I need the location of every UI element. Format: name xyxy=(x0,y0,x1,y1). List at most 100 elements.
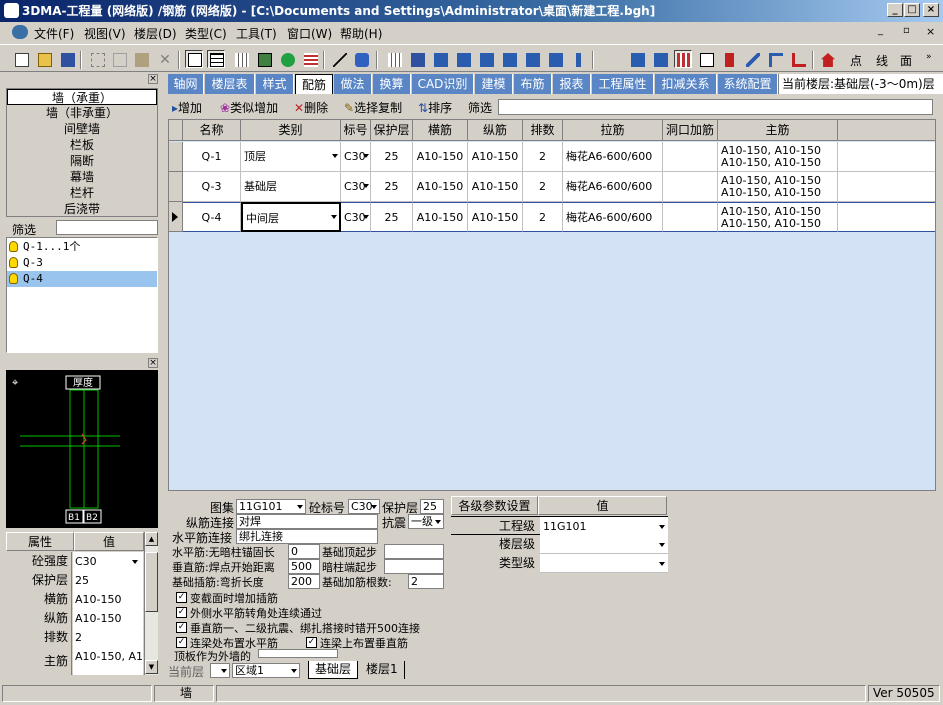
scroll-down-icon[interactable]: ▼ xyxy=(145,660,158,674)
image-icon[interactable] xyxy=(255,50,273,68)
cell-name[interactable]: Q-3 xyxy=(183,172,241,202)
cell-main[interactable]: A10-150, A10-150 A10-150, A10-150 xyxy=(718,142,838,172)
weld-distance-input[interactable]: 500 xyxy=(288,559,320,574)
checkbox-link-beam-horizontal[interactable]: ✓ xyxy=(176,637,187,648)
beam-icon[interactable] xyxy=(431,50,449,68)
category-item-partition[interactable]: 隔断 xyxy=(7,153,157,169)
line-mode-button[interactable]: 线 xyxy=(876,52,888,69)
pile-icon[interactable] xyxy=(569,50,587,68)
anchor-length-input[interactable]: 0 xyxy=(288,544,320,559)
col-header-opening[interactable]: 洞口加筋 xyxy=(663,120,718,141)
grid-filter-input[interactable] xyxy=(498,99,933,115)
slab-icon[interactable] xyxy=(477,50,495,68)
checkbox-staggered-splice[interactable]: ✓ xyxy=(176,622,187,633)
new-file-icon[interactable] xyxy=(12,50,30,68)
l-shape-icon[interactable] xyxy=(789,50,807,68)
tab-conversion[interactable]: 换算 xyxy=(373,74,411,94)
close-button[interactable]: × xyxy=(923,3,939,17)
sort-button[interactable]: ⇅排序 xyxy=(418,99,452,116)
level-row-type[interactable]: 类型级 xyxy=(451,554,668,573)
row-header[interactable] xyxy=(169,172,183,202)
property-row-concrete[interactable]: 砼强度 C30 xyxy=(6,552,158,571)
wand-icon[interactable] xyxy=(330,50,348,68)
grid-icon[interactable] xyxy=(232,50,250,68)
level-value[interactable] xyxy=(540,554,668,573)
cell-tie[interactable]: 梅花A6-600/600 xyxy=(563,142,663,172)
floor-select[interactable] xyxy=(210,663,230,678)
toolbar-overflow-icon[interactable]: » xyxy=(926,52,932,62)
level-value[interactable]: 11G101 xyxy=(540,517,668,536)
eraser-icon[interactable] xyxy=(697,50,715,68)
chevron-down-icon[interactable] xyxy=(659,562,665,566)
open-folder-icon[interactable] xyxy=(35,50,53,68)
property-row-horizontal-bar[interactable]: 横筋 A10-150 xyxy=(6,590,158,609)
menu-view[interactable]: 视图(V) xyxy=(84,25,126,42)
floor-tab-foundation[interactable]: 基础层 xyxy=(308,661,359,679)
property-row-main-bar[interactable]: 主筋 A10-150, A1 xyxy=(6,647,158,675)
binoculars-icon[interactable] xyxy=(352,50,370,68)
area-mode-button[interactable]: 面 xyxy=(900,52,912,69)
chevron-down-icon[interactable] xyxy=(363,154,369,158)
cover-input[interactable]: 25 xyxy=(420,499,444,514)
cell-opening[interactable] xyxy=(663,142,718,172)
region-select[interactable]: 区域1 xyxy=(232,663,300,678)
cell-type[interactable]: 基础层 xyxy=(241,172,341,202)
col-header-grade[interactable]: 标号 xyxy=(341,120,371,141)
tab-style[interactable]: 样式 xyxy=(256,74,294,94)
chevron-down-icon[interactable] xyxy=(659,525,665,529)
horizontal-connection-input[interactable]: 绑扎连接 xyxy=(236,529,378,544)
chevron-down-icon[interactable] xyxy=(659,543,665,547)
level-row-project[interactable]: 工程级 11G101 xyxy=(451,516,668,536)
window-element-icon[interactable] xyxy=(674,50,692,68)
property-value[interactable]: A10-150 xyxy=(73,609,143,628)
cell-type-editing[interactable]: 中间层 xyxy=(241,202,341,232)
tree-item-q3[interactable]: Q-3 xyxy=(7,255,157,271)
cell-cover[interactable]: 25 xyxy=(371,202,413,232)
cell-main[interactable]: A10-150, A10-150 A10-150, A10-150 xyxy=(718,172,838,202)
base-top-start-input[interactable] xyxy=(384,544,444,559)
property-value[interactable]: 25 xyxy=(73,571,143,590)
axis-grid-icon[interactable] xyxy=(385,50,403,68)
tab-report[interactable]: 报表 xyxy=(553,74,591,94)
property-value[interactable]: A10-150 xyxy=(73,590,143,609)
tree-view-icon[interactable] xyxy=(185,50,203,68)
cell-grade[interactable]: C30 xyxy=(341,202,371,232)
col-header-name[interactable]: 名称 xyxy=(183,120,241,141)
property-row-row-count[interactable]: 排数 2 xyxy=(6,628,158,647)
cell-tie[interactable]: 梅花A6-600/600 xyxy=(563,172,663,202)
cell-vertical[interactable]: A10-150 xyxy=(468,142,523,172)
tree-item-q4[interactable]: Q-4 xyxy=(7,271,157,287)
cut-icon[interactable] xyxy=(88,50,106,68)
filter-input[interactable] xyxy=(56,220,158,235)
floor-tab-floor1[interactable]: 楼层1 xyxy=(360,661,405,679)
chevron-down-icon[interactable] xyxy=(297,505,303,509)
column-end-start-input[interactable] xyxy=(384,559,444,574)
tab-system-config[interactable]: 系统配置 xyxy=(718,74,778,94)
col-header-cover[interactable]: 保护层 xyxy=(371,120,413,141)
maximize-button[interactable]: □ xyxy=(904,3,920,17)
tab-deduction[interactable]: 扣减关系 xyxy=(655,74,717,94)
cell-grade[interactable]: C30 xyxy=(341,142,371,172)
property-row-cover[interactable]: 保护层 25 xyxy=(6,571,158,590)
delete-icon[interactable]: ✕ xyxy=(155,50,173,68)
add-button[interactable]: ▸增加 xyxy=(172,99,202,116)
cell-type[interactable]: 顶层 xyxy=(241,142,341,172)
tree-item-q1[interactable]: Q-1...1个 xyxy=(7,239,157,255)
chevron-down-icon[interactable] xyxy=(332,154,338,158)
tab-reinforcement[interactable]: 配筋 xyxy=(295,74,333,94)
table-view-icon[interactable] xyxy=(207,50,225,68)
category-item-bearing-wall[interactable]: 墙（承重） xyxy=(7,89,157,105)
cup-icon[interactable] xyxy=(546,50,564,68)
col-header-type[interactable]: 类别 xyxy=(241,120,341,141)
tab-rebar-layout[interactable]: 布筋 xyxy=(514,74,552,94)
mdi-close-button[interactable]: × xyxy=(926,25,935,38)
cell-tie[interactable]: 梅花A6-600/600 xyxy=(563,202,663,232)
cell-grade[interactable]: C30 xyxy=(341,172,371,202)
category-item-non-bearing-wall[interactable]: 墙（非承重） xyxy=(7,105,157,121)
property-scrollbar[interactable]: ▲ ▼ xyxy=(144,532,158,675)
save-icon[interactable] xyxy=(58,50,76,68)
cell-name[interactable]: Q-4 xyxy=(183,202,241,232)
col-header-main[interactable]: 主筋 xyxy=(718,120,838,141)
tab-method[interactable]: 做法 xyxy=(334,74,372,94)
footing-icon[interactable] xyxy=(500,50,518,68)
